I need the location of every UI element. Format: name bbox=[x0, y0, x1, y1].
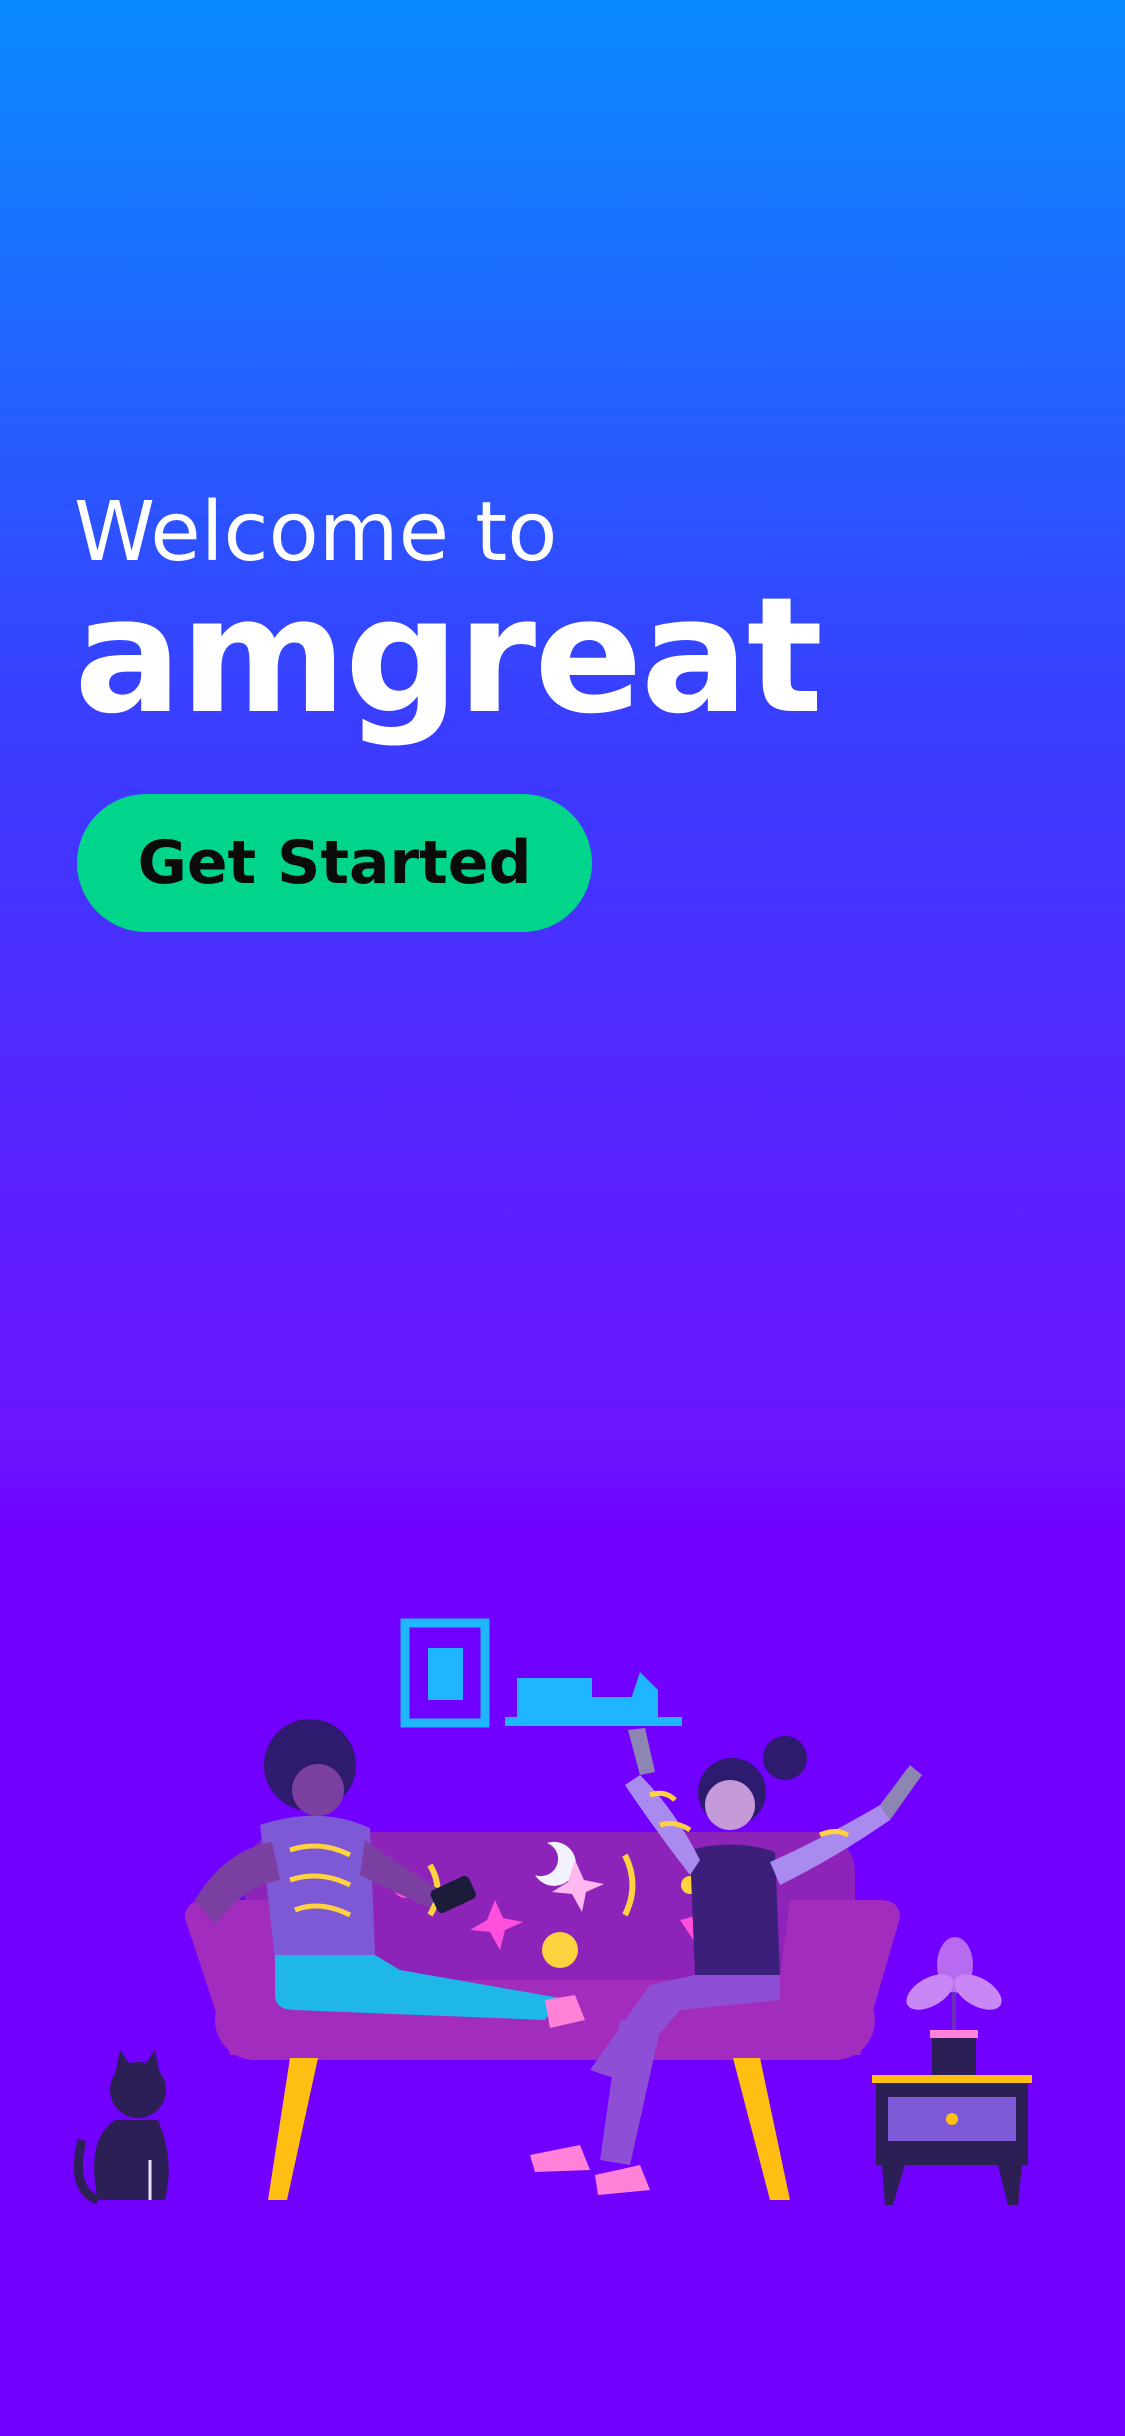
wall-shelf-icon bbox=[505, 1672, 682, 1726]
potted-plant-icon bbox=[906, 1937, 1002, 2075]
cat-icon bbox=[73, 2050, 169, 2205]
hero-illustration bbox=[73, 1618, 1032, 2205]
brand-name: amgreat bbox=[74, 562, 823, 749]
welcome-screen: Welcome to amgreat Get Started bbox=[0, 0, 1125, 2436]
side-table-icon bbox=[872, 2075, 1032, 2205]
hero-heading: Welcome to amgreat bbox=[74, 485, 823, 749]
picture-frame-icon bbox=[400, 1618, 490, 1728]
get-started-button[interactable]: Get Started bbox=[77, 794, 592, 932]
